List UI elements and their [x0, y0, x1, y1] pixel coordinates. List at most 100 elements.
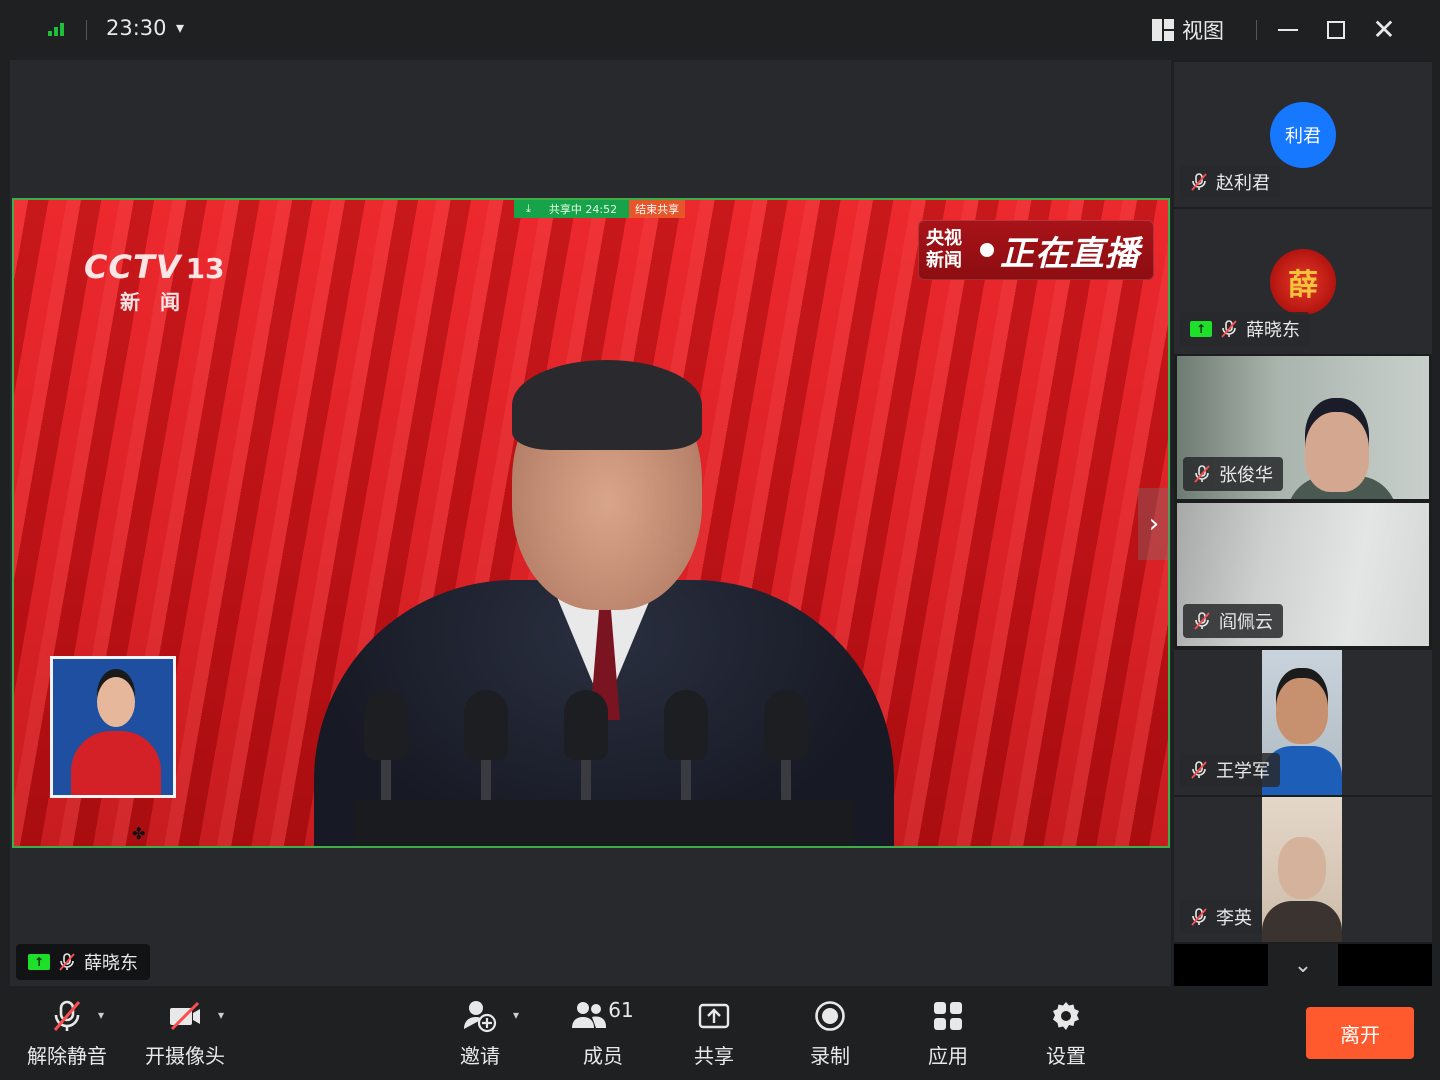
mic-muted-icon: [58, 952, 76, 972]
view-button[interactable]: 视图: [1152, 16, 1224, 44]
apps-label: 应用: [928, 1044, 968, 1068]
mic-muted-icon: [53, 1000, 81, 1031]
participant-name: 赵利君: [1216, 173, 1270, 194]
presenter-name: 薛晓东: [84, 953, 138, 974]
avatar: 薛: [1270, 249, 1336, 315]
microphones: [354, 690, 854, 846]
share-screen-icon: [698, 1003, 730, 1029]
avatar: 利君: [1270, 102, 1336, 168]
chevron-down-icon[interactable]: ▾: [176, 18, 184, 37]
live-broadcast-badge: 央视 新闻 正在直播: [918, 220, 1154, 280]
apps-button[interactable]: 应用: [924, 996, 972, 1074]
shared-screen[interactable]: ⤓ 共享中 24:52 结束共享 CCTV 13 新闻 央视 新闻 正在直播 ✤: [12, 198, 1170, 848]
mic-muted-icon: [1190, 907, 1208, 927]
participant-name-tag: 王学军: [1180, 753, 1280, 787]
live-badge-org: 央视 新闻: [926, 228, 974, 272]
chevron-right-icon: ›: [1148, 509, 1160, 539]
screen-share-icon: ↑: [28, 954, 50, 970]
logo-sub: 新闻: [120, 290, 200, 314]
invite-button[interactable]: ▾ 邀请: [452, 996, 519, 1074]
camera-feed: [1262, 797, 1342, 942]
chevron-down-icon[interactable]: ▾: [218, 1008, 224, 1022]
share-button[interactable]: 共享: [690, 996, 738, 1074]
mic-muted-icon: [1193, 464, 1211, 484]
bottom-toolbar: ▾ 解除静音 ▾ 开摄像头 ▾ 邀请 61 成员 共享 录制 应用 设置 离开: [0, 988, 1440, 1080]
minimize-icon: [1278, 29, 1298, 31]
camera-label: 开摄像头: [145, 1044, 225, 1068]
member-count: 61: [608, 998, 634, 1022]
participant-tile[interactable]: 利君 赵利君: [1174, 62, 1432, 207]
end-share-button[interactable]: 结束共享: [629, 200, 686, 218]
cctv-logo: CCTV 13 新闻: [84, 248, 234, 314]
chevron-down-icon[interactable]: ▾: [98, 1008, 104, 1022]
participant-tile[interactable]: 薛 ↑ 薛晓东: [1174, 209, 1432, 354]
title-separator-2: [1256, 20, 1257, 40]
live-badge-text: 正在直播: [1000, 233, 1140, 274]
meeting-window: 23:30 ▾ 视图 ✕ ⤓ 共享中 24:52 结束共享 CCTV 13 新闻 …: [0, 0, 1440, 1080]
participant-name-tag: 赵利君: [1180, 165, 1280, 199]
speaker-figure: [314, 360, 894, 846]
minimize-button[interactable]: [1272, 14, 1304, 46]
title-separator: [86, 20, 87, 40]
chevron-down-icon[interactable]: ▾: [513, 1008, 519, 1022]
mic-muted-icon: [1190, 760, 1208, 780]
participant-name-tag: ↑ 薛晓东: [1180, 312, 1310, 346]
share-live-indicator: ⤓ 共享中 24:52: [514, 200, 630, 218]
leave-button[interactable]: 离开: [1306, 1007, 1414, 1059]
participant-name: 王学军: [1216, 761, 1270, 782]
scroll-down-button[interactable]: ⌄: [1268, 944, 1338, 986]
record-button[interactable]: 录制: [806, 996, 854, 1074]
download-icon: ⤓: [526, 202, 531, 215]
participant-name: 张俊华: [1219, 465, 1273, 486]
chevron-down-icon: ⌄: [1293, 952, 1313, 978]
participant-tile[interactable]: 王学军: [1174, 650, 1432, 795]
camera-button[interactable]: ▾ 开摄像头: [142, 996, 228, 1074]
participant-tile[interactable]: 张俊华: [1177, 356, 1429, 499]
participant-tile[interactable]: 李英: [1174, 797, 1432, 942]
settings-button[interactable]: 设置: [1042, 996, 1090, 1074]
signal-icon[interactable]: [48, 22, 66, 36]
participant-name: 李英: [1216, 908, 1252, 929]
more-participants-bar: ⌄: [1174, 944, 1432, 986]
screen-share-icon: ↑: [1190, 321, 1212, 337]
mic-muted-icon: [1193, 611, 1211, 631]
close-button[interactable]: ✕: [1368, 14, 1400, 46]
mic-muted-icon: [1220, 319, 1238, 339]
add-user-icon: [464, 1001, 497, 1033]
participants-panel: 利君 赵利君 薛 ↑ 薛晓东 张俊华 阎佩云 王学军 李英 ⌄: [1174, 60, 1432, 986]
sign-language-inset: [50, 656, 176, 798]
participant-name: 薛晓东: [1246, 320, 1300, 341]
unmute-button[interactable]: ▾ 解除静音: [24, 996, 110, 1074]
gear-icon: [1053, 1002, 1079, 1030]
logo-channel: 13: [185, 252, 225, 285]
participant-name-tag: 李英: [1180, 900, 1262, 934]
mic-muted-icon: [1190, 172, 1208, 192]
meeting-timer[interactable]: 23:30: [106, 16, 167, 40]
members-button[interactable]: 61 成员: [570, 996, 636, 1074]
share-status-text: 共享中 24:52: [548, 203, 618, 216]
maximize-button[interactable]: [1320, 14, 1352, 46]
participant-name-tag: 张俊华: [1183, 457, 1283, 491]
live-dot-icon: [980, 243, 994, 257]
participant-tile[interactable]: 阎佩云: [1177, 503, 1429, 646]
unmute-label: 解除静音: [27, 1044, 107, 1068]
participant-name: 阎佩云: [1219, 612, 1273, 633]
close-icon: ✕: [1372, 13, 1396, 46]
view-label: 视图: [1182, 19, 1224, 43]
logo-main: CCTV: [84, 248, 182, 286]
record-icon: [815, 1001, 845, 1031]
maximize-icon: [1327, 21, 1345, 39]
share-label: 共享: [694, 1044, 734, 1068]
next-page-button[interactable]: ›: [1138, 488, 1170, 560]
members-icon: [572, 1002, 607, 1028]
layout-icon: [1152, 19, 1174, 41]
title-bar: 23:30 ▾ 视图 ✕: [0, 0, 1440, 60]
camera-off-icon: [170, 1001, 200, 1031]
watermark-icon: ✤: [132, 824, 146, 843]
settings-label: 设置: [1046, 1044, 1086, 1068]
record-label: 录制: [810, 1044, 850, 1068]
share-status-bar: ⤓ 共享中 24:52 结束共享: [514, 200, 686, 218]
presenter-name-tag: ↑ 薛晓东: [16, 944, 150, 980]
live-org-line1: 央视: [926, 228, 962, 249]
apps-grid-icon: [934, 1002, 962, 1030]
